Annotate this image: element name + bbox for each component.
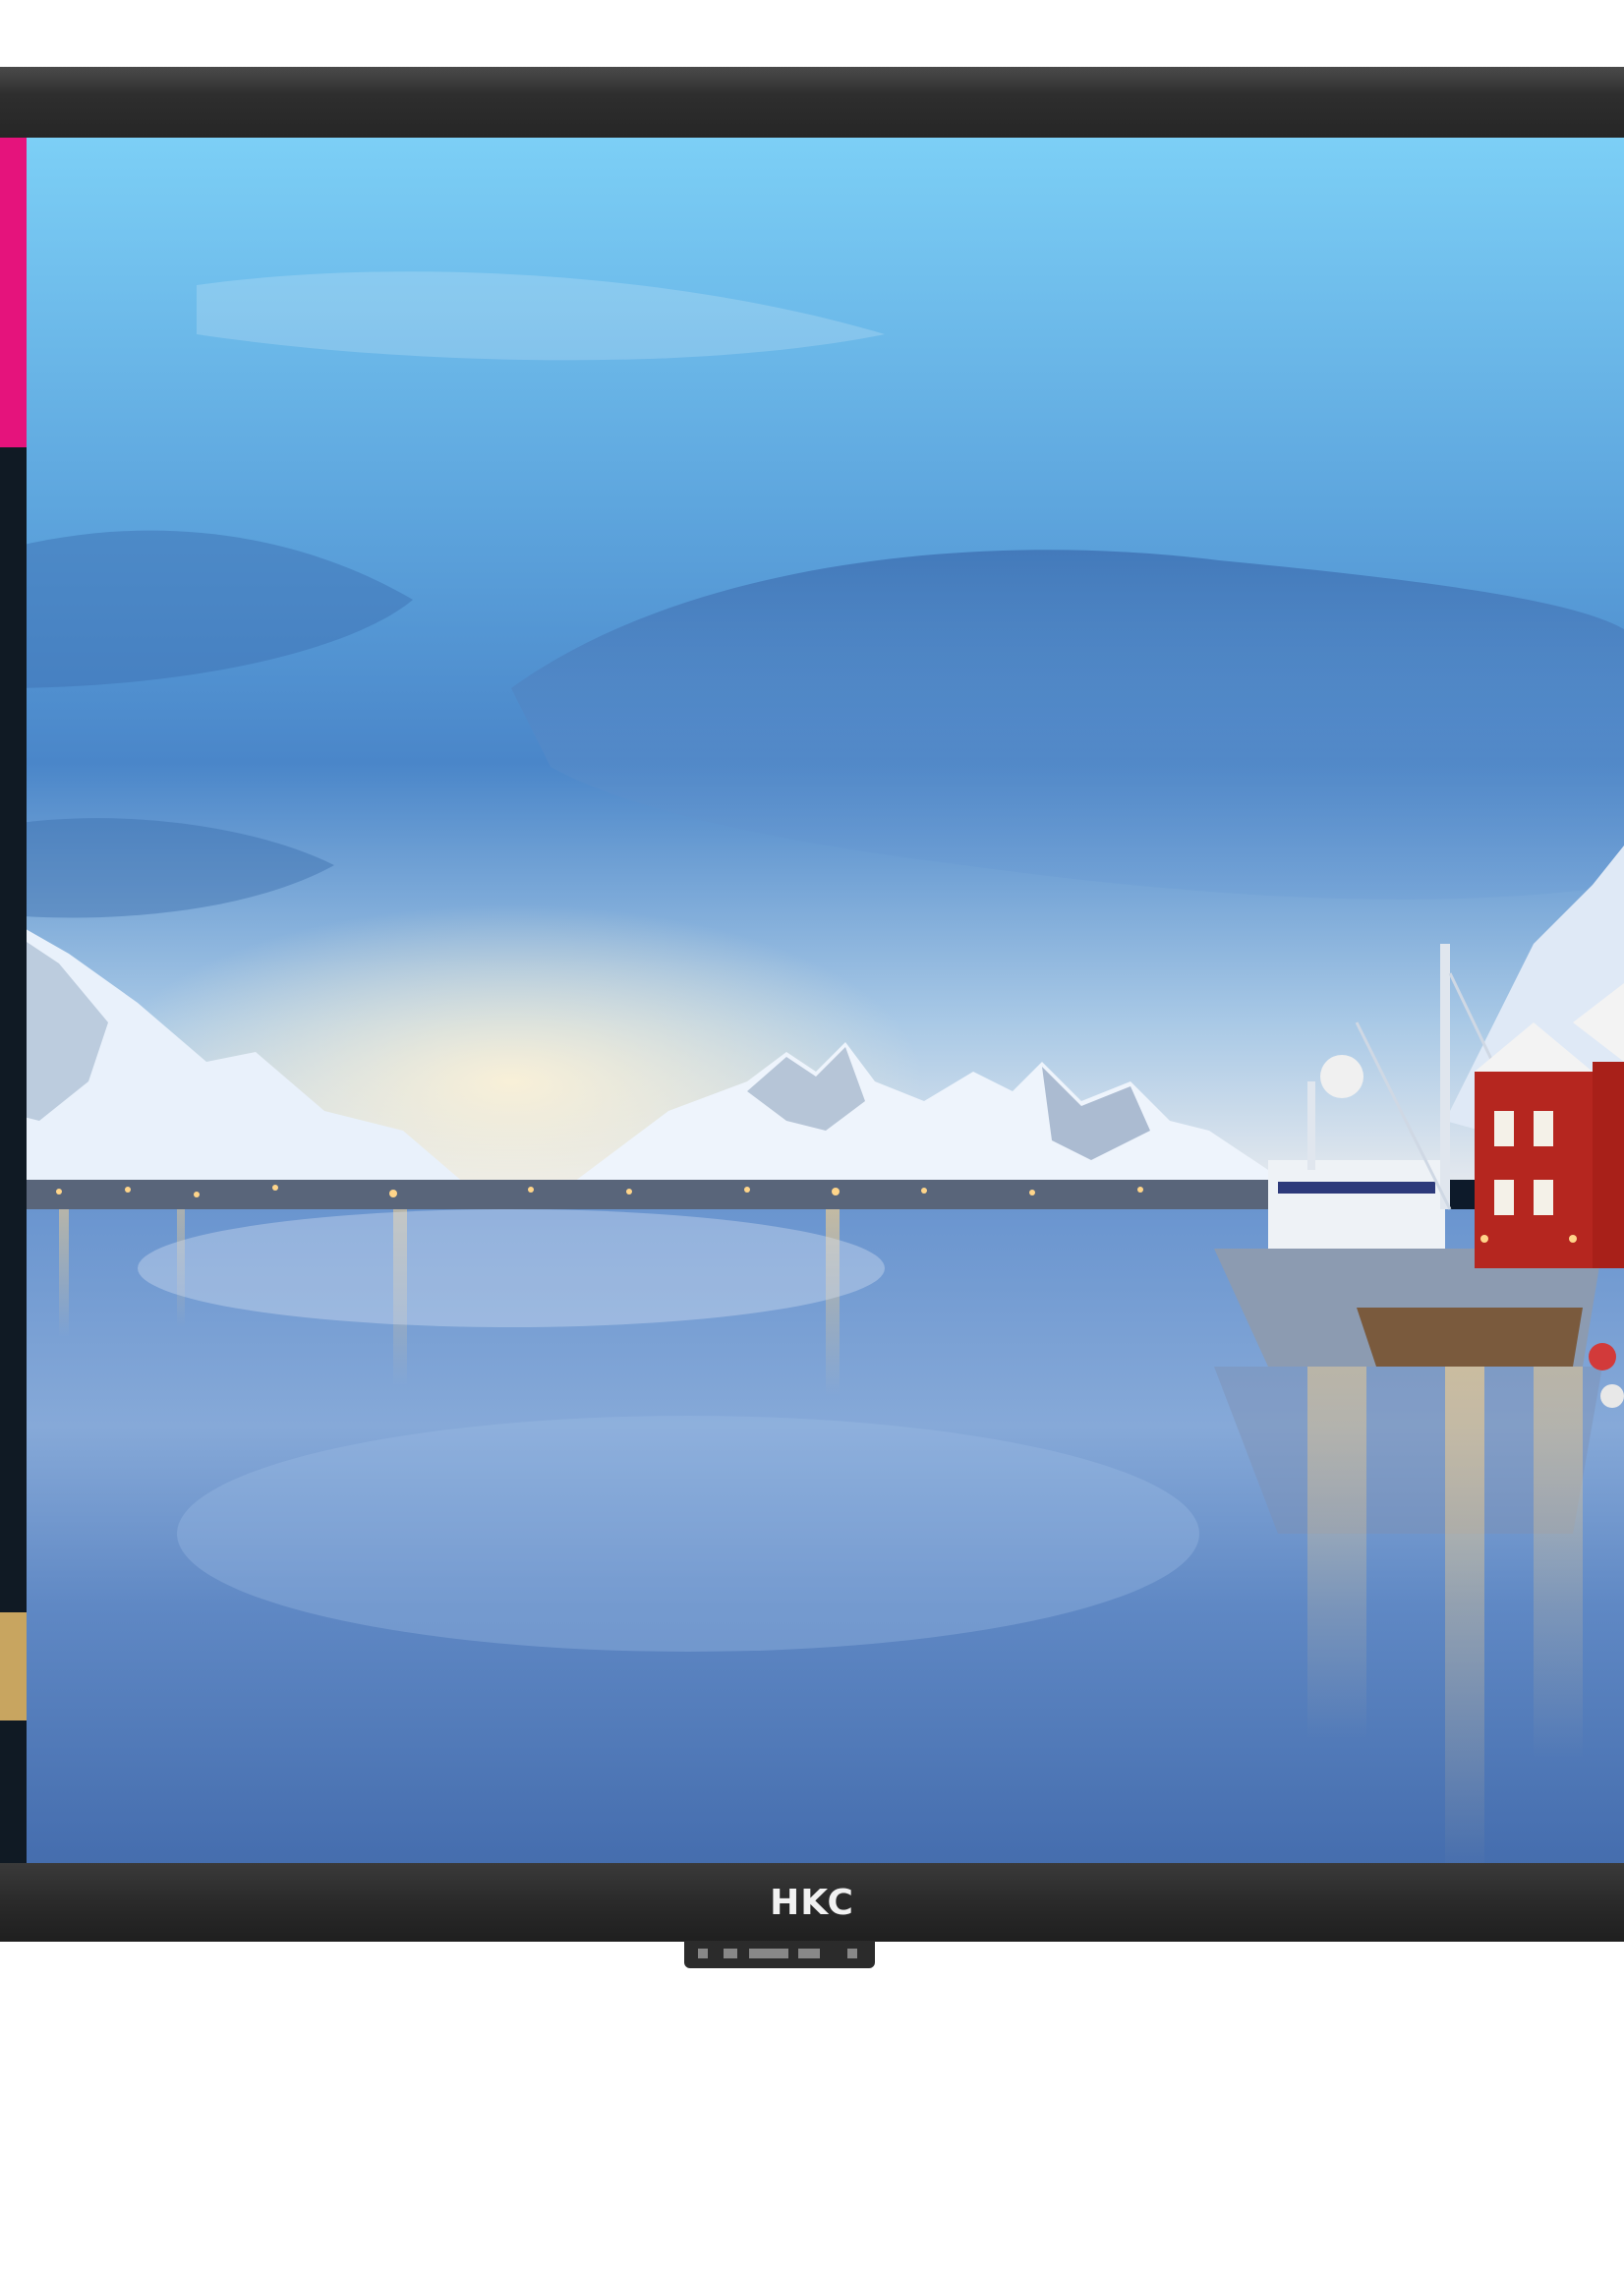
product-image-canvas: HKC <box>0 0 1624 2274</box>
ir-receiver-tab <box>684 1941 875 1968</box>
tv-top-bezel <box>0 67 1624 138</box>
tv-screen <box>0 138 1624 1933</box>
tv-monitor: HKC <box>0 67 1624 1968</box>
screen-landscape-image <box>0 138 1624 1933</box>
adjacent-pink-block <box>0 138 27 447</box>
adjacent-product-edge <box>0 138 27 1933</box>
brand-logo: HKC <box>770 1883 854 1923</box>
adjacent-gold-block <box>0 1612 27 1720</box>
